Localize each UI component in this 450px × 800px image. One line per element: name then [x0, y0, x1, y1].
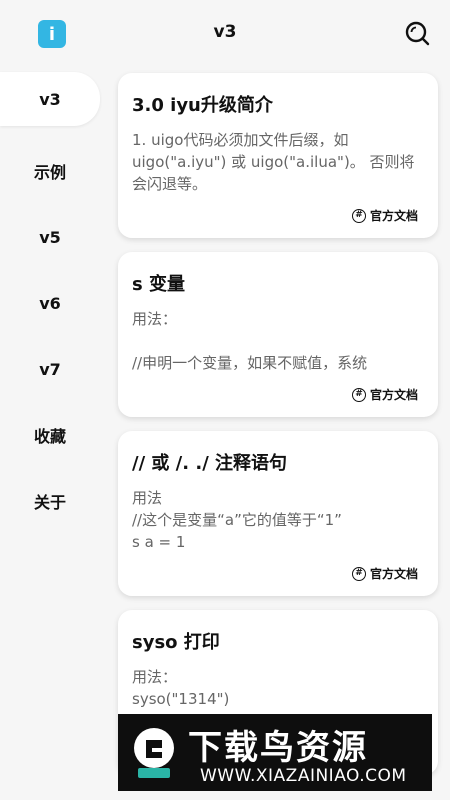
official-docs-link[interactable]: # 官方文档	[351, 386, 418, 403]
hash-icon: #	[351, 566, 366, 581]
sidebar-item-about[interactable]: 关于	[0, 468, 100, 534]
card-body: 1. uigo代码必须加文件后缀，如 uigo("a.iyu") 或 uigo(…	[132, 131, 415, 193]
official-docs-label: 官方文档	[369, 388, 418, 402]
card-title: 3.0 iyu升级简介	[132, 95, 273, 116]
card-list: 3.0 iyu升级简介 1. uigo代码必须加文件后缀，如 uigo("a.i…	[118, 73, 438, 789]
sidebar-item-v3[interactable]: v3	[0, 72, 100, 126]
doc-card[interactable]: // 或 /. ./ 注释语句 用法 //这个是变量“a”它的值等于“1” s …	[118, 431, 438, 596]
card-title: // 或 /. ./ 注释语句	[132, 453, 288, 474]
banner-url: WWW.XIAZAINIAO.COM	[200, 766, 407, 786]
search-icon[interactable]	[402, 18, 432, 48]
card-title: s 变量	[132, 274, 185, 295]
official-docs-link[interactable]: # 官方文档	[351, 207, 418, 224]
sidebar-item-v5[interactable]: v5	[0, 204, 100, 270]
page-title: v3	[213, 22, 237, 42]
doc-card[interactable]: s 变量 用法： //申明一个变量，如果不赋值，系统 # 官方文档	[118, 252, 438, 417]
hash-icon: #	[351, 387, 366, 402]
top-bar: i v3	[0, 0, 450, 68]
card-body: 用法： syso("1314")	[132, 668, 230, 708]
sidebar-item-examples[interactable]: 示例	[0, 138, 100, 204]
card-body: 用法： //申明一个变量，如果不赋值，系统	[132, 310, 368, 372]
bird-logo-icon	[134, 728, 174, 778]
official-docs-label: 官方文档	[369, 209, 418, 223]
doc-card[interactable]: 3.0 iyu升级简介 1. uigo代码必须加文件后缀，如 uigo("a.i…	[118, 73, 438, 238]
banner-title: 下载鸟资源	[188, 728, 368, 768]
sidebar: v3 示例 v5 v6 v7 收藏 关于	[0, 72, 110, 534]
card-body: 用法 //这个是变量“a”它的值等于“1” s a = 1	[132, 489, 342, 551]
card-title: syso 打印	[132, 632, 220, 653]
hash-icon: #	[351, 208, 366, 223]
sidebar-item-v7[interactable]: v7	[0, 336, 100, 402]
watermark-banner: 下载鸟资源 WWW.XIAZAINIAO.COM	[118, 714, 432, 791]
sidebar-item-v6[interactable]: v6	[0, 270, 100, 336]
official-docs-label: 官方文档	[369, 567, 418, 581]
official-docs-link[interactable]: # 官方文档	[351, 565, 418, 582]
sidebar-item-favorites[interactable]: 收藏	[0, 402, 100, 468]
